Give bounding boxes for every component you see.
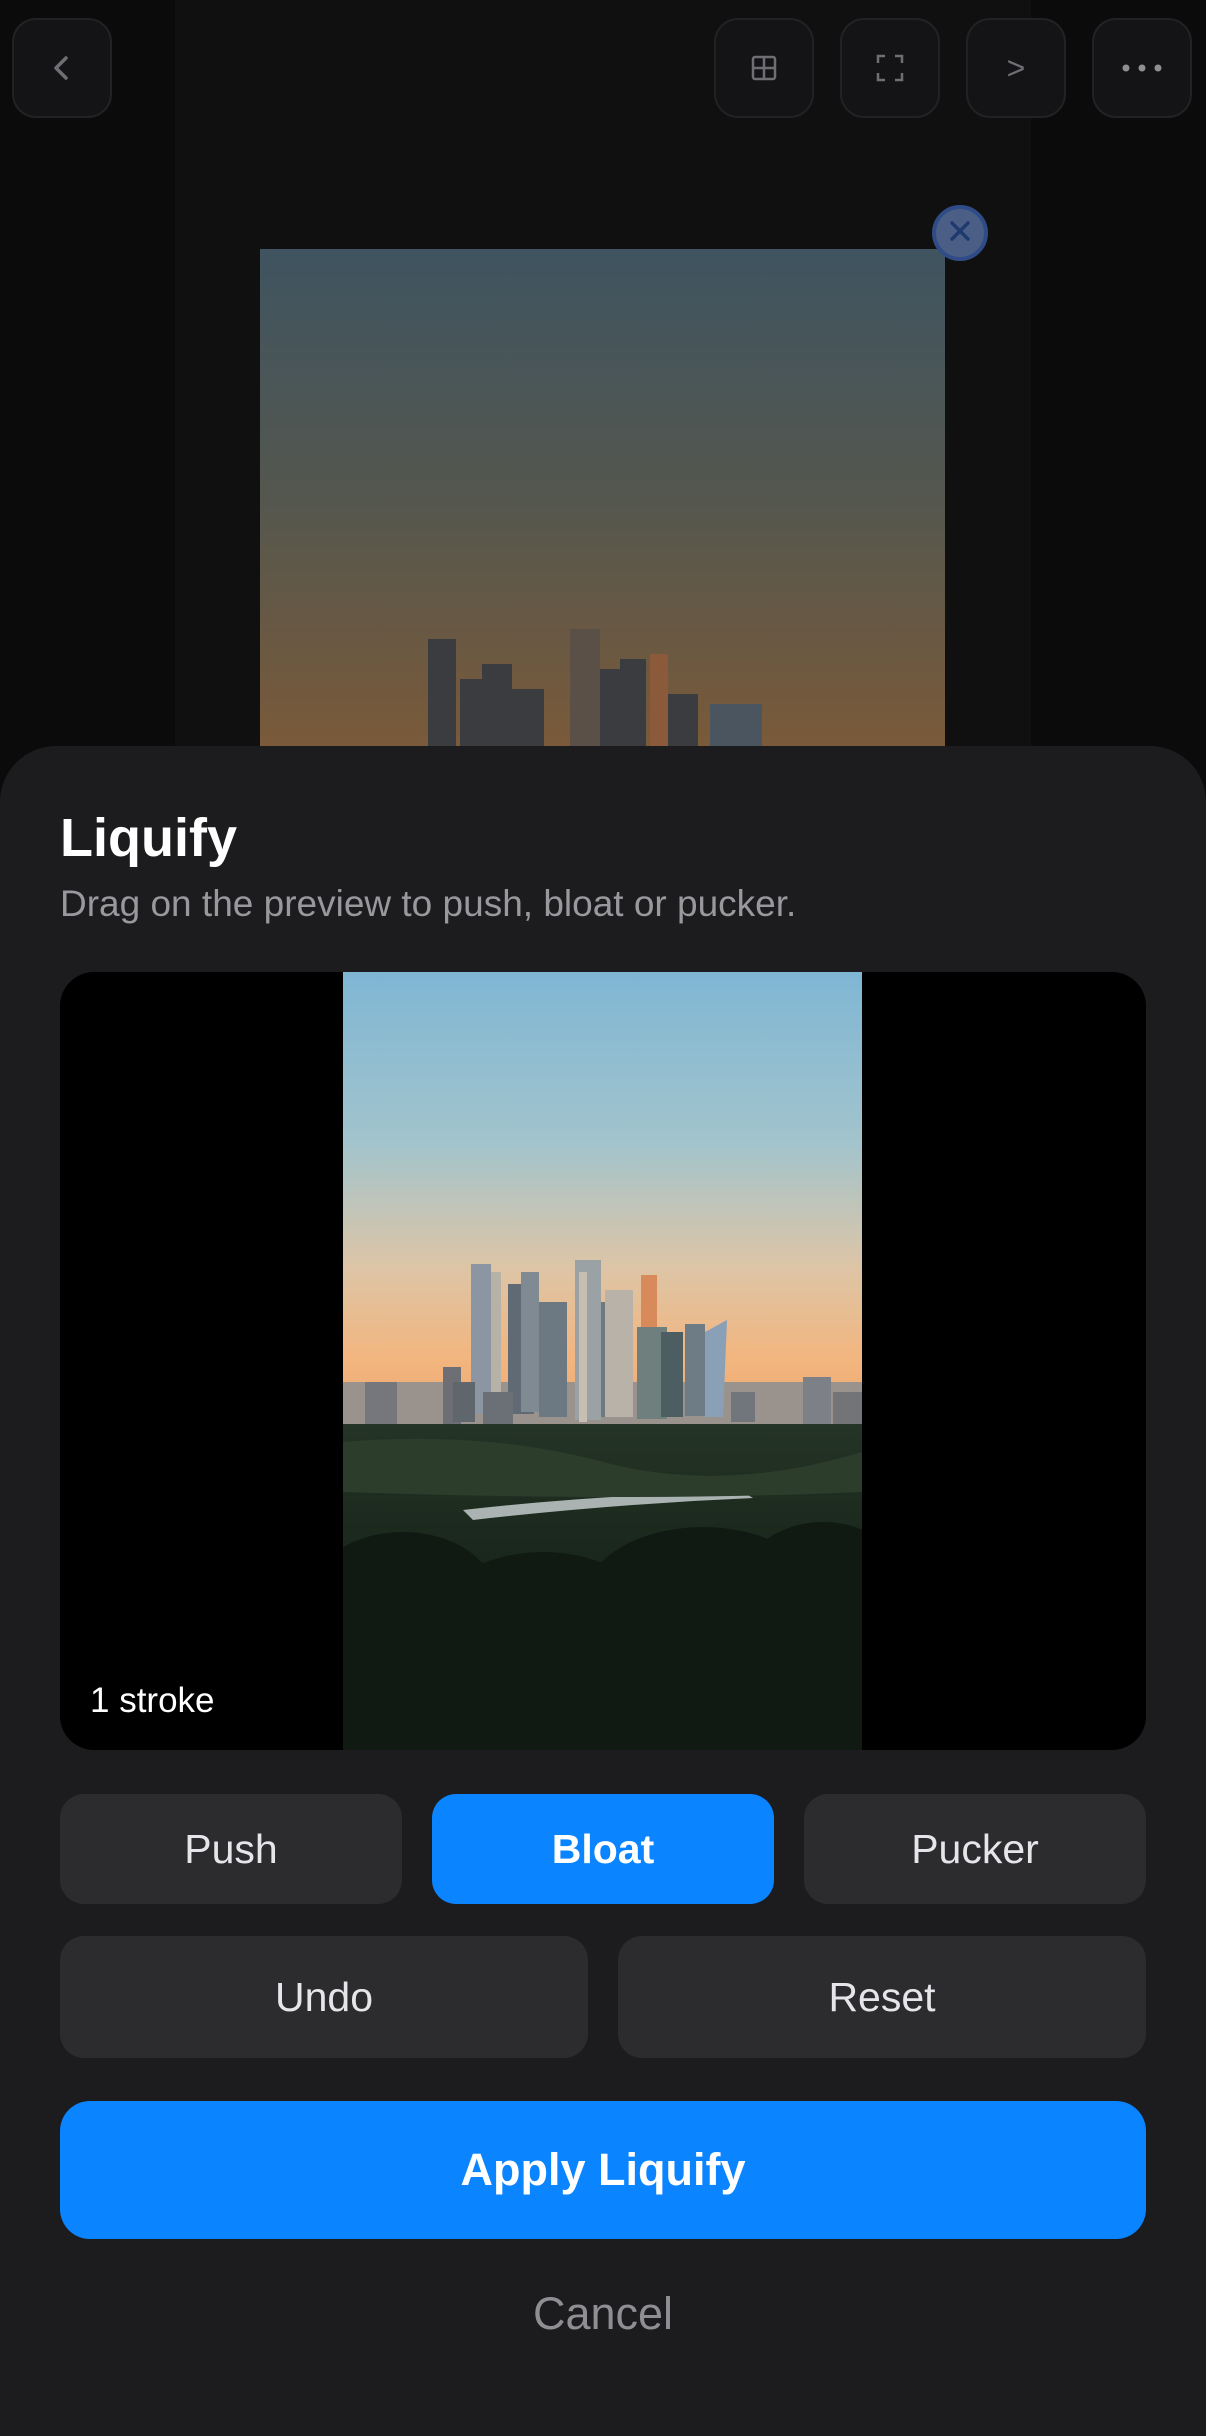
more-icon xyxy=(1120,62,1164,74)
pucker-mode-button[interactable]: Pucker xyxy=(804,1794,1146,1904)
back-button[interactable] xyxy=(12,18,112,118)
grid-icon xyxy=(749,53,779,83)
chevron-left-icon xyxy=(42,48,82,88)
cancel-button[interactable]: Cancel xyxy=(403,2274,803,2354)
reset-button[interactable]: Reset xyxy=(618,1936,1146,2058)
undo-button[interactable]: Undo xyxy=(60,1936,588,2058)
liquify-preview[interactable]: 1 stroke xyxy=(60,972,1146,1750)
sheet-title: Liquify xyxy=(60,808,237,868)
bloat-mode-button[interactable]: Bloat xyxy=(432,1794,774,1904)
fit-frame-icon xyxy=(874,52,906,84)
grid-button[interactable] xyxy=(714,18,814,118)
apply-liquify-button[interactable]: Apply Liquify xyxy=(60,2101,1146,2239)
close-icon xyxy=(947,218,973,249)
screen: > Liquify Drag on the preview to push, b… xyxy=(0,0,1206,2436)
canvas-photo[interactable] xyxy=(260,249,945,760)
fit-frame-button[interactable] xyxy=(840,18,940,118)
liquify-sheet: Liquify Drag on the preview to push, blo… xyxy=(0,746,1206,2436)
chevron-right-icon: > xyxy=(1006,49,1026,86)
preview-image[interactable] xyxy=(343,972,862,1750)
next-button[interactable]: > xyxy=(966,18,1066,118)
remove-image-button[interactable] xyxy=(932,205,988,261)
sheet-subtitle: Drag on the preview to push, bloat or pu… xyxy=(60,883,797,924)
stroke-count-label: 1 stroke xyxy=(90,1681,215,1720)
more-button[interactable] xyxy=(1092,18,1192,118)
push-mode-button[interactable]: Push xyxy=(60,1794,402,1904)
